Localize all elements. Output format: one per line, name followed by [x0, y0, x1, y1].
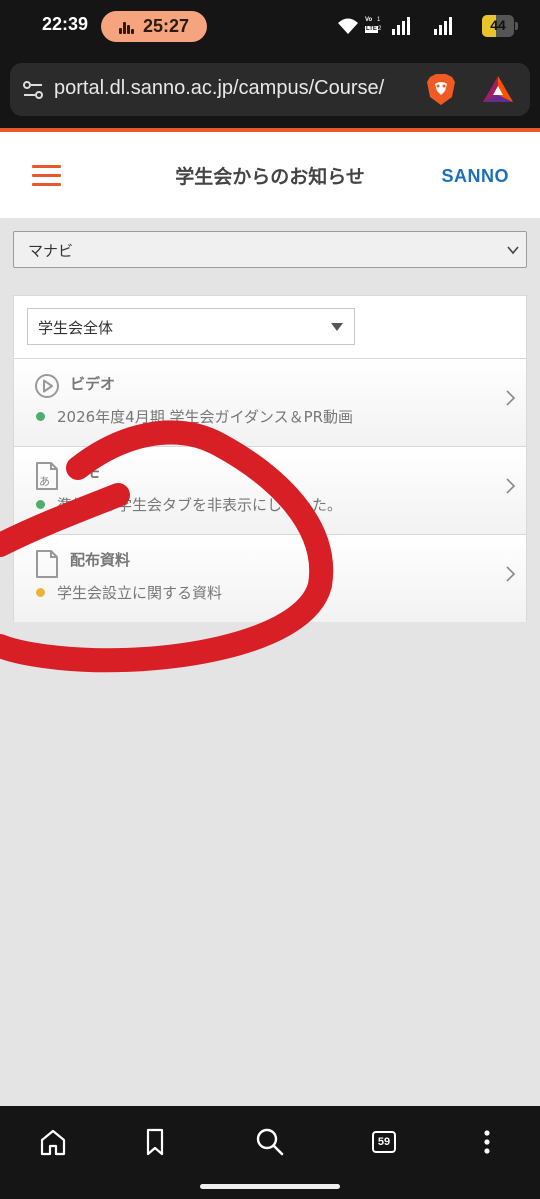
signal-sim1-icon: [392, 17, 414, 35]
wifi-icon: [338, 18, 358, 34]
dropdown-triangle-icon: [331, 323, 343, 331]
more-menu-icon[interactable]: [469, 1124, 505, 1160]
status-bar: 22:39 25:27 Vo 1 LTE 2 44: [0, 0, 540, 52]
timer-value: 25:27: [143, 16, 190, 36]
address-bar[interactable]: portal.dl.sanno.ac.jp/campus/Course/: [10, 63, 530, 116]
search-icon[interactable]: [252, 1124, 288, 1160]
site-settings-icon[interactable]: [22, 79, 44, 101]
url-text[interactable]: portal.dl.sanno.ac.jp/campus/Course/: [54, 77, 422, 100]
audio-bars-icon: [119, 20, 135, 34]
chevron-right-icon: [506, 478, 516, 494]
filter-select[interactable]: 学生会全体: [27, 308, 355, 345]
play-icon: [35, 374, 59, 398]
tabs-button[interactable]: 59: [366, 1124, 402, 1160]
chevron-right-icon: [506, 566, 516, 582]
row-category: ビデオ: [70, 375, 116, 393]
volte-icon: Vo 1 LTE 2: [365, 17, 382, 33]
bookmark-icon[interactable]: [137, 1124, 173, 1160]
sanno-logo[interactable]: SANNO: [441, 166, 509, 187]
chevron-down-icon: [507, 246, 519, 255]
home-indicator[interactable]: [200, 1184, 340, 1189]
app-header: 学生会からのお知らせ SANNO: [0, 132, 540, 218]
filter-select-value: 学生会全体: [38, 319, 114, 337]
status-time: 22:39: [42, 14, 89, 34]
browser-toolbar: portal.dl.sanno.ac.jp/campus/Course/: [0, 52, 540, 128]
tab-count: 59: [372, 1131, 396, 1153]
chevron-right-icon: [506, 390, 516, 406]
brave-rewards-icon[interactable]: [482, 75, 514, 103]
signal-sim2-icon: [434, 17, 456, 35]
brave-shields-icon[interactable]: [426, 73, 456, 106]
timer-pill[interactable]: 25:27: [101, 11, 207, 42]
status-icons: Vo 1 LTE 2 44: [336, 14, 526, 38]
red-pen-annotation: [0, 420, 334, 673]
course-select[interactable]: マナビ: [13, 231, 527, 268]
home-icon[interactable]: [35, 1124, 71, 1160]
battery-icon: 44: [482, 15, 518, 37]
course-select-value: マナビ: [28, 242, 74, 260]
battery-level: 44: [490, 17, 506, 33]
browser-bottom-nav: 59: [0, 1106, 540, 1199]
